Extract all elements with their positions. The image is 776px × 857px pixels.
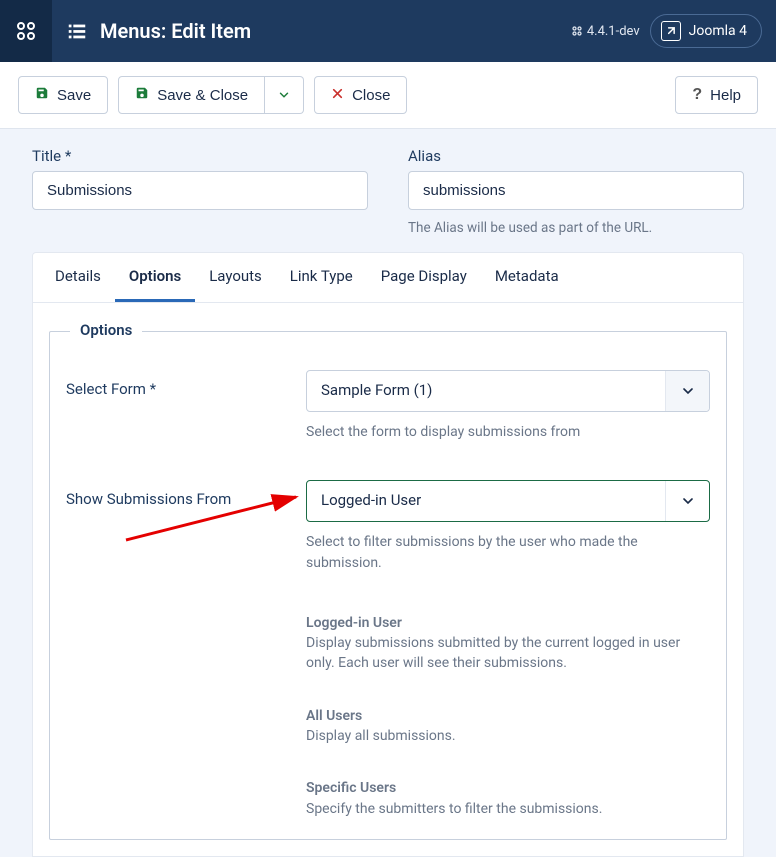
close-icon	[331, 87, 344, 104]
top-bar: Menus: Edit Item 4.4.1-dev Joomla 4	[0, 0, 776, 62]
options-fieldset: Options Select Form * Sample Form (1) Se…	[49, 331, 727, 840]
alias-label: Alias	[408, 147, 744, 165]
option-desc: Display all submissions.	[306, 726, 710, 746]
tab-layouts[interactable]: Layouts	[195, 253, 276, 302]
option-desc: Display submissions submitted by the cur…	[306, 633, 710, 674]
tab-options[interactable]: Options	[115, 253, 195, 302]
tab-details[interactable]: Details	[41, 253, 115, 302]
chevron-down-icon	[665, 371, 709, 411]
title-label: Title *	[32, 147, 368, 165]
option-desc: Specify the submitters to filter the sub…	[306, 799, 710, 819]
alias-input[interactable]	[408, 171, 744, 210]
show-from-label: Show Submissions From	[66, 480, 286, 819]
page-title: Menus: Edit Item	[100, 19, 251, 43]
external-link-icon	[661, 21, 681, 41]
close-button[interactable]: Close	[314, 76, 407, 114]
save-icon	[35, 86, 49, 104]
frontend-link[interactable]: Joomla 4	[650, 14, 762, 48]
help-icon: ?	[692, 86, 702, 104]
show-from-dropdown[interactable]: Logged-in User	[306, 480, 710, 522]
save-close-group: Save & Close	[118, 76, 304, 114]
option-title: Logged-in User	[306, 615, 402, 631]
tabs: Details Options Layouts Link Type Page D…	[33, 253, 743, 303]
save-button[interactable]: Save	[18, 76, 108, 114]
chevron-down-icon	[665, 481, 709, 521]
help-button[interactable]: ? Help	[675, 76, 758, 114]
version-badge: 4.4.1-dev	[571, 24, 640, 39]
toolbar: Save Save & Close Close ? Help	[0, 62, 776, 129]
save-icon	[135, 86, 149, 104]
save-dropdown-button[interactable]	[265, 76, 304, 114]
tab-metadata[interactable]: Metadata	[481, 253, 573, 302]
option-title: Specific Users	[306, 780, 396, 796]
brand-logo[interactable]	[0, 0, 52, 62]
tab-page-display[interactable]: Page Display	[367, 253, 481, 302]
chevron-down-icon	[277, 88, 291, 102]
joomla-mini-icon	[571, 25, 583, 37]
tab-link-type[interactable]: Link Type	[276, 253, 367, 302]
select-form-dropdown[interactable]: Sample Form (1)	[306, 370, 710, 412]
select-form-label: Select Form *	[66, 370, 286, 442]
list-icon	[66, 20, 88, 42]
select-form-hint: Select the form to display submissions f…	[306, 422, 710, 442]
save-close-button[interactable]: Save & Close	[118, 76, 265, 114]
fieldset-legend: Options	[70, 321, 142, 339]
tab-card: Details Options Layouts Link Type Page D…	[32, 252, 744, 857]
show-from-hint: Select to filter submissions by the user…	[306, 532, 710, 573]
alias-hint: The Alias will be used as part of the UR…	[408, 220, 744, 236]
form-header: Title * Alias The Alias will be used as …	[0, 129, 776, 236]
option-title: All Users	[306, 708, 362, 724]
title-input[interactable]	[32, 171, 368, 210]
joomla-icon	[14, 19, 38, 43]
